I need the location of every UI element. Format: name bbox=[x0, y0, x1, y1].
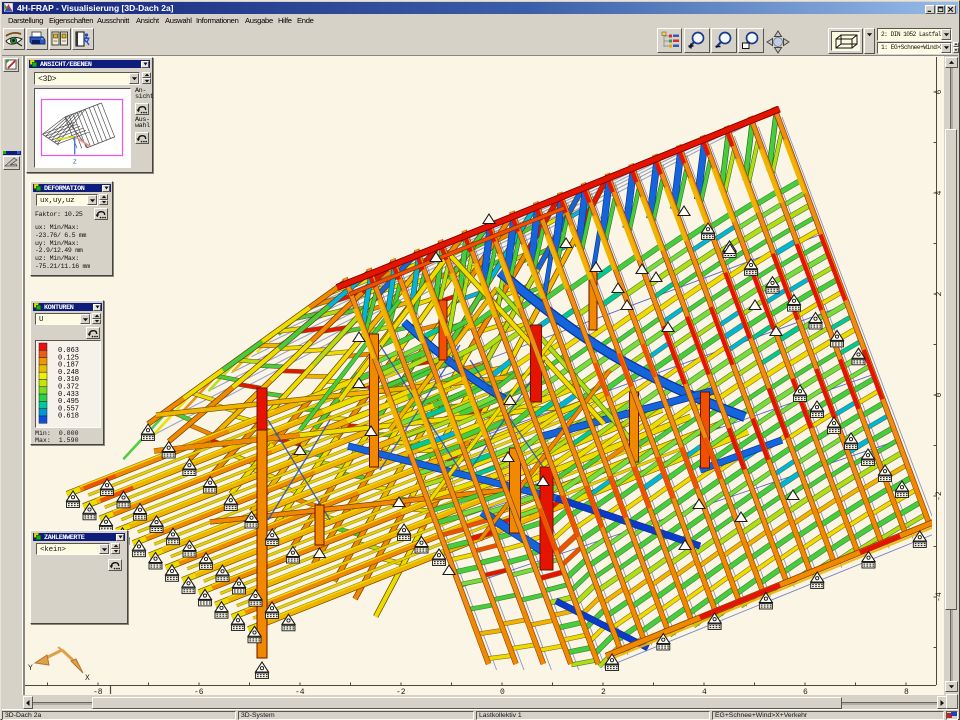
svg-text:0: 0 bbox=[935, 392, 944, 397]
svg-text:-4: -4 bbox=[935, 592, 944, 602]
svg-text:2: 2 bbox=[935, 291, 944, 296]
svg-text:0.618: 0.618 bbox=[58, 413, 79, 421]
svg-text:z: z bbox=[73, 159, 77, 167]
svg-text:X: X bbox=[85, 674, 90, 683]
svg-text:4: 4 bbox=[935, 190, 944, 195]
svg-text:Y: Y bbox=[28, 664, 33, 673]
svg-text:-2: -2 bbox=[935, 491, 944, 501]
svg-text:6: 6 bbox=[935, 89, 944, 94]
